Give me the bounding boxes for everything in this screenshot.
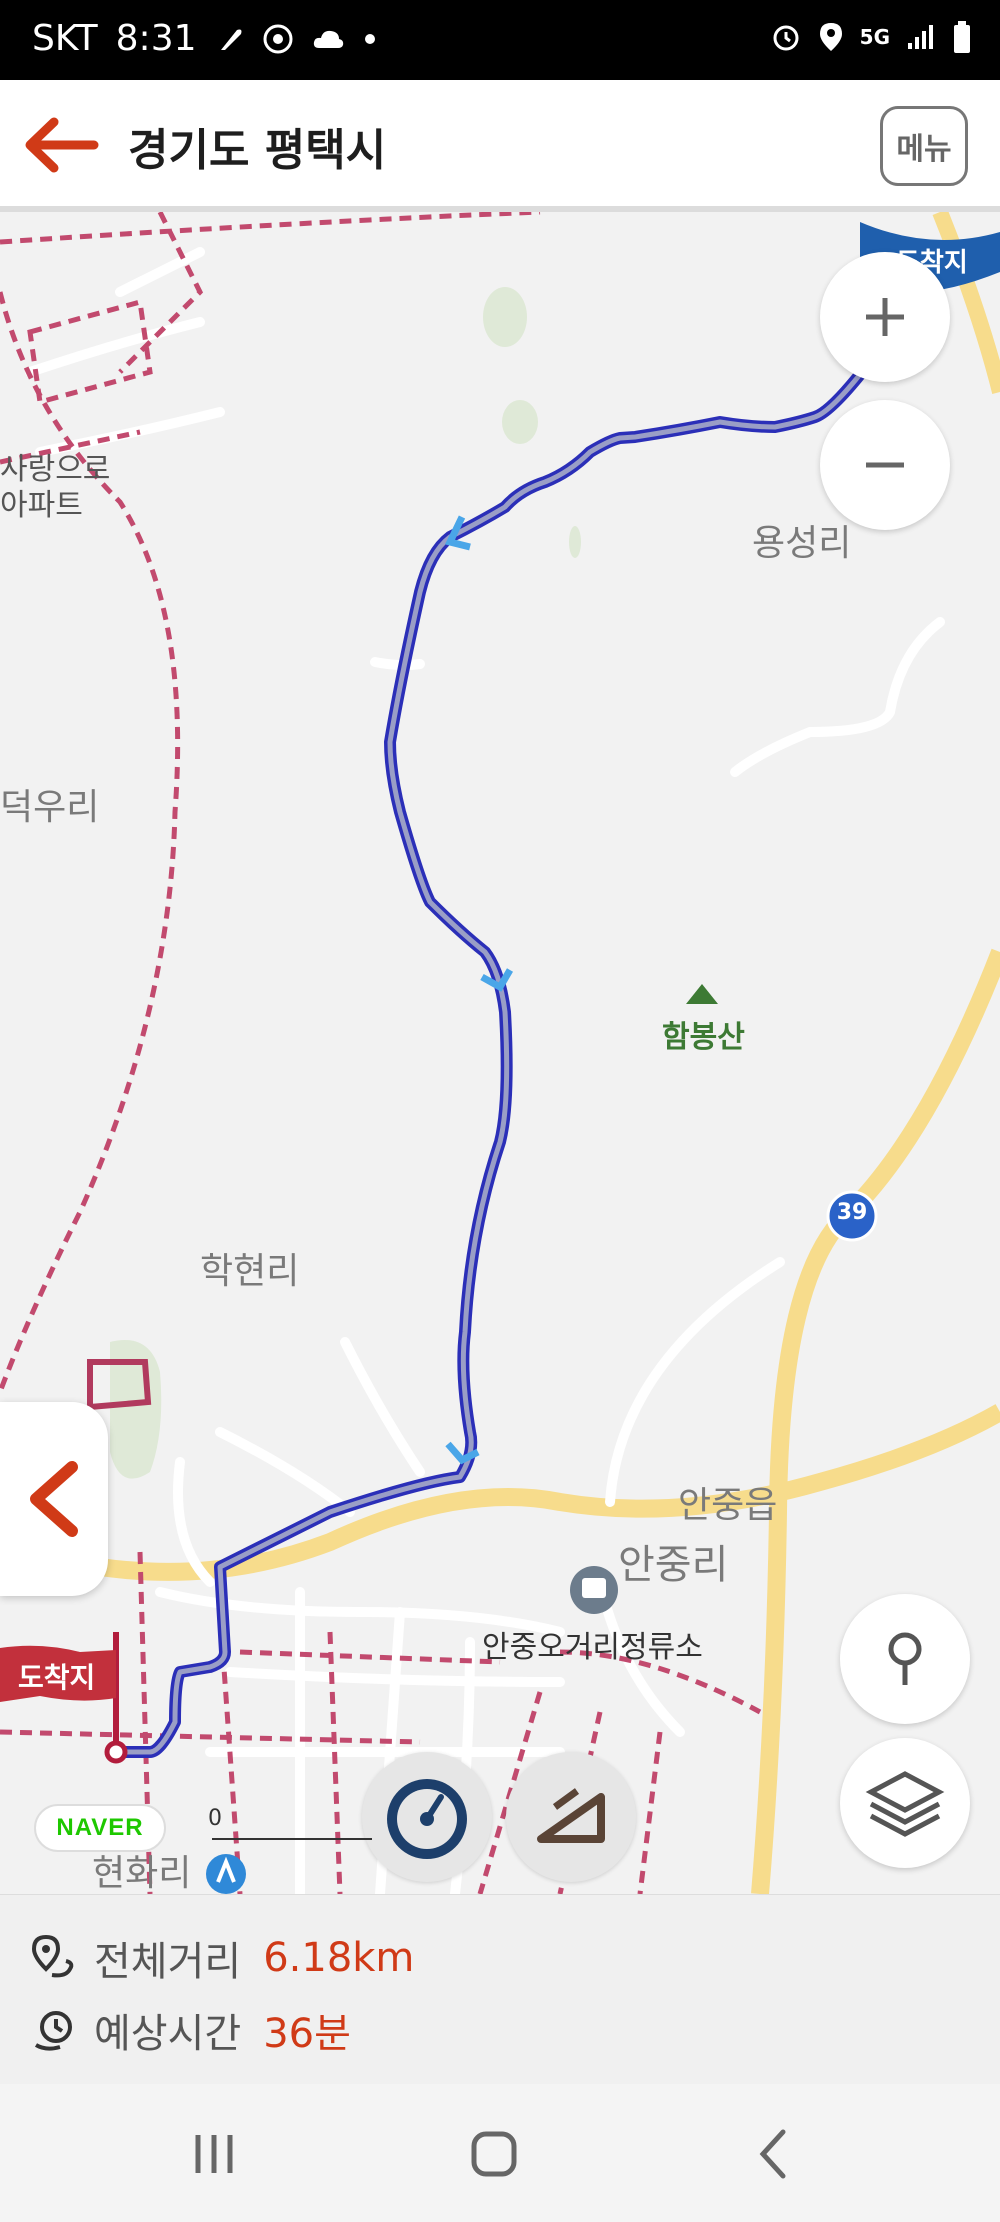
distance-value: 6.18km	[263, 1935, 415, 1981]
elevation-icon	[537, 1788, 605, 1843]
my-location-button[interactable]	[840, 1594, 970, 1724]
app-header: 경기도 평택시 메뉴	[0, 80, 1000, 212]
destination-label: 도착지	[18, 1661, 96, 1694]
recent-apps-button[interactable]	[174, 2124, 254, 2184]
route-39-badge: 39	[836, 1200, 868, 1225]
map-label-yongseong: 용성리	[752, 523, 852, 564]
distance-row: 전체거리 6.18km	[30, 1929, 414, 1987]
signal-icon	[906, 23, 936, 51]
system-nav-bar	[0, 2084, 1000, 2222]
alarm-icon	[770, 21, 802, 53]
clock-icon	[34, 2011, 72, 2051]
back-arrow-icon[interactable]	[20, 110, 100, 180]
time-value: 36분	[263, 2011, 351, 2057]
time-row: 예상시간 36분	[30, 2001, 351, 2059]
map-label-apartment-2: 아파트	[0, 488, 83, 523]
side-panel-toggle[interactable]	[0, 1402, 108, 1596]
page-title: 경기도 평택시	[128, 125, 387, 176]
location-pin-icon	[888, 1632, 922, 1685]
distance-label: 전체거리	[94, 1939, 242, 1985]
layers-icon	[865, 1771, 945, 1837]
cloud-icon	[311, 26, 345, 52]
map-label-bus-stop: 안중오거리정류소	[482, 1630, 703, 1665]
clock: 8:31	[115, 18, 197, 59]
speedometer-icon	[387, 1779, 467, 1859]
home-icon	[471, 2131, 517, 2177]
layers-button[interactable]	[840, 1738, 970, 1868]
network-type: 5G	[859, 25, 890, 49]
map-label-anjung-eup: 안중읍	[678, 1485, 778, 1526]
home-button[interactable]	[454, 2124, 534, 2184]
zoom-out-button[interactable]	[820, 400, 950, 530]
back-icon	[759, 2129, 786, 2179]
map-view[interactable]: 사랑으로 아파트 용성리 덕우리 함봉산 학현리 안중읍 안중리 안중오거리정류…	[0, 212, 1000, 1894]
minus-icon	[866, 462, 904, 468]
route-distance-icon	[31, 1934, 74, 1978]
recent-apps-icon	[195, 2135, 233, 2173]
scale-zero-label: 0	[208, 1806, 222, 1831]
speedometer-button[interactable]	[362, 1752, 492, 1882]
status-bar: SKT 8:31 5G	[0, 0, 1000, 80]
route-info-panel: 전체거리 6.18km 예상시간 36분	[0, 1894, 1000, 2085]
elevation-button[interactable]	[506, 1752, 636, 1882]
chevron-left-icon	[30, 1461, 78, 1537]
menu-button[interactable]: 메뉴	[880, 106, 968, 186]
feather-icon	[215, 24, 245, 54]
naver-logo: NAVER	[34, 1804, 166, 1852]
system-back-button[interactable]	[734, 2124, 814, 2184]
plus-icon	[866, 298, 904, 336]
carrier-label: SKT	[32, 18, 98, 59]
notification-dot-icon	[363, 32, 377, 46]
time-label: 예상시간	[94, 2011, 242, 2057]
zoom-in-button[interactable]	[820, 252, 950, 382]
map-label-anjung-ri: 안중리	[618, 1542, 729, 1588]
map-label-hakhyeon: 학현리	[200, 1251, 300, 1292]
map-label-hambongsan: 함봉산	[662, 1020, 745, 1055]
scale-bar	[212, 1838, 372, 1840]
battery-icon	[952, 20, 972, 54]
chrome-icon	[263, 24, 293, 54]
map-label-deogu: 덕우리	[0, 787, 100, 828]
location-icon	[818, 21, 844, 53]
